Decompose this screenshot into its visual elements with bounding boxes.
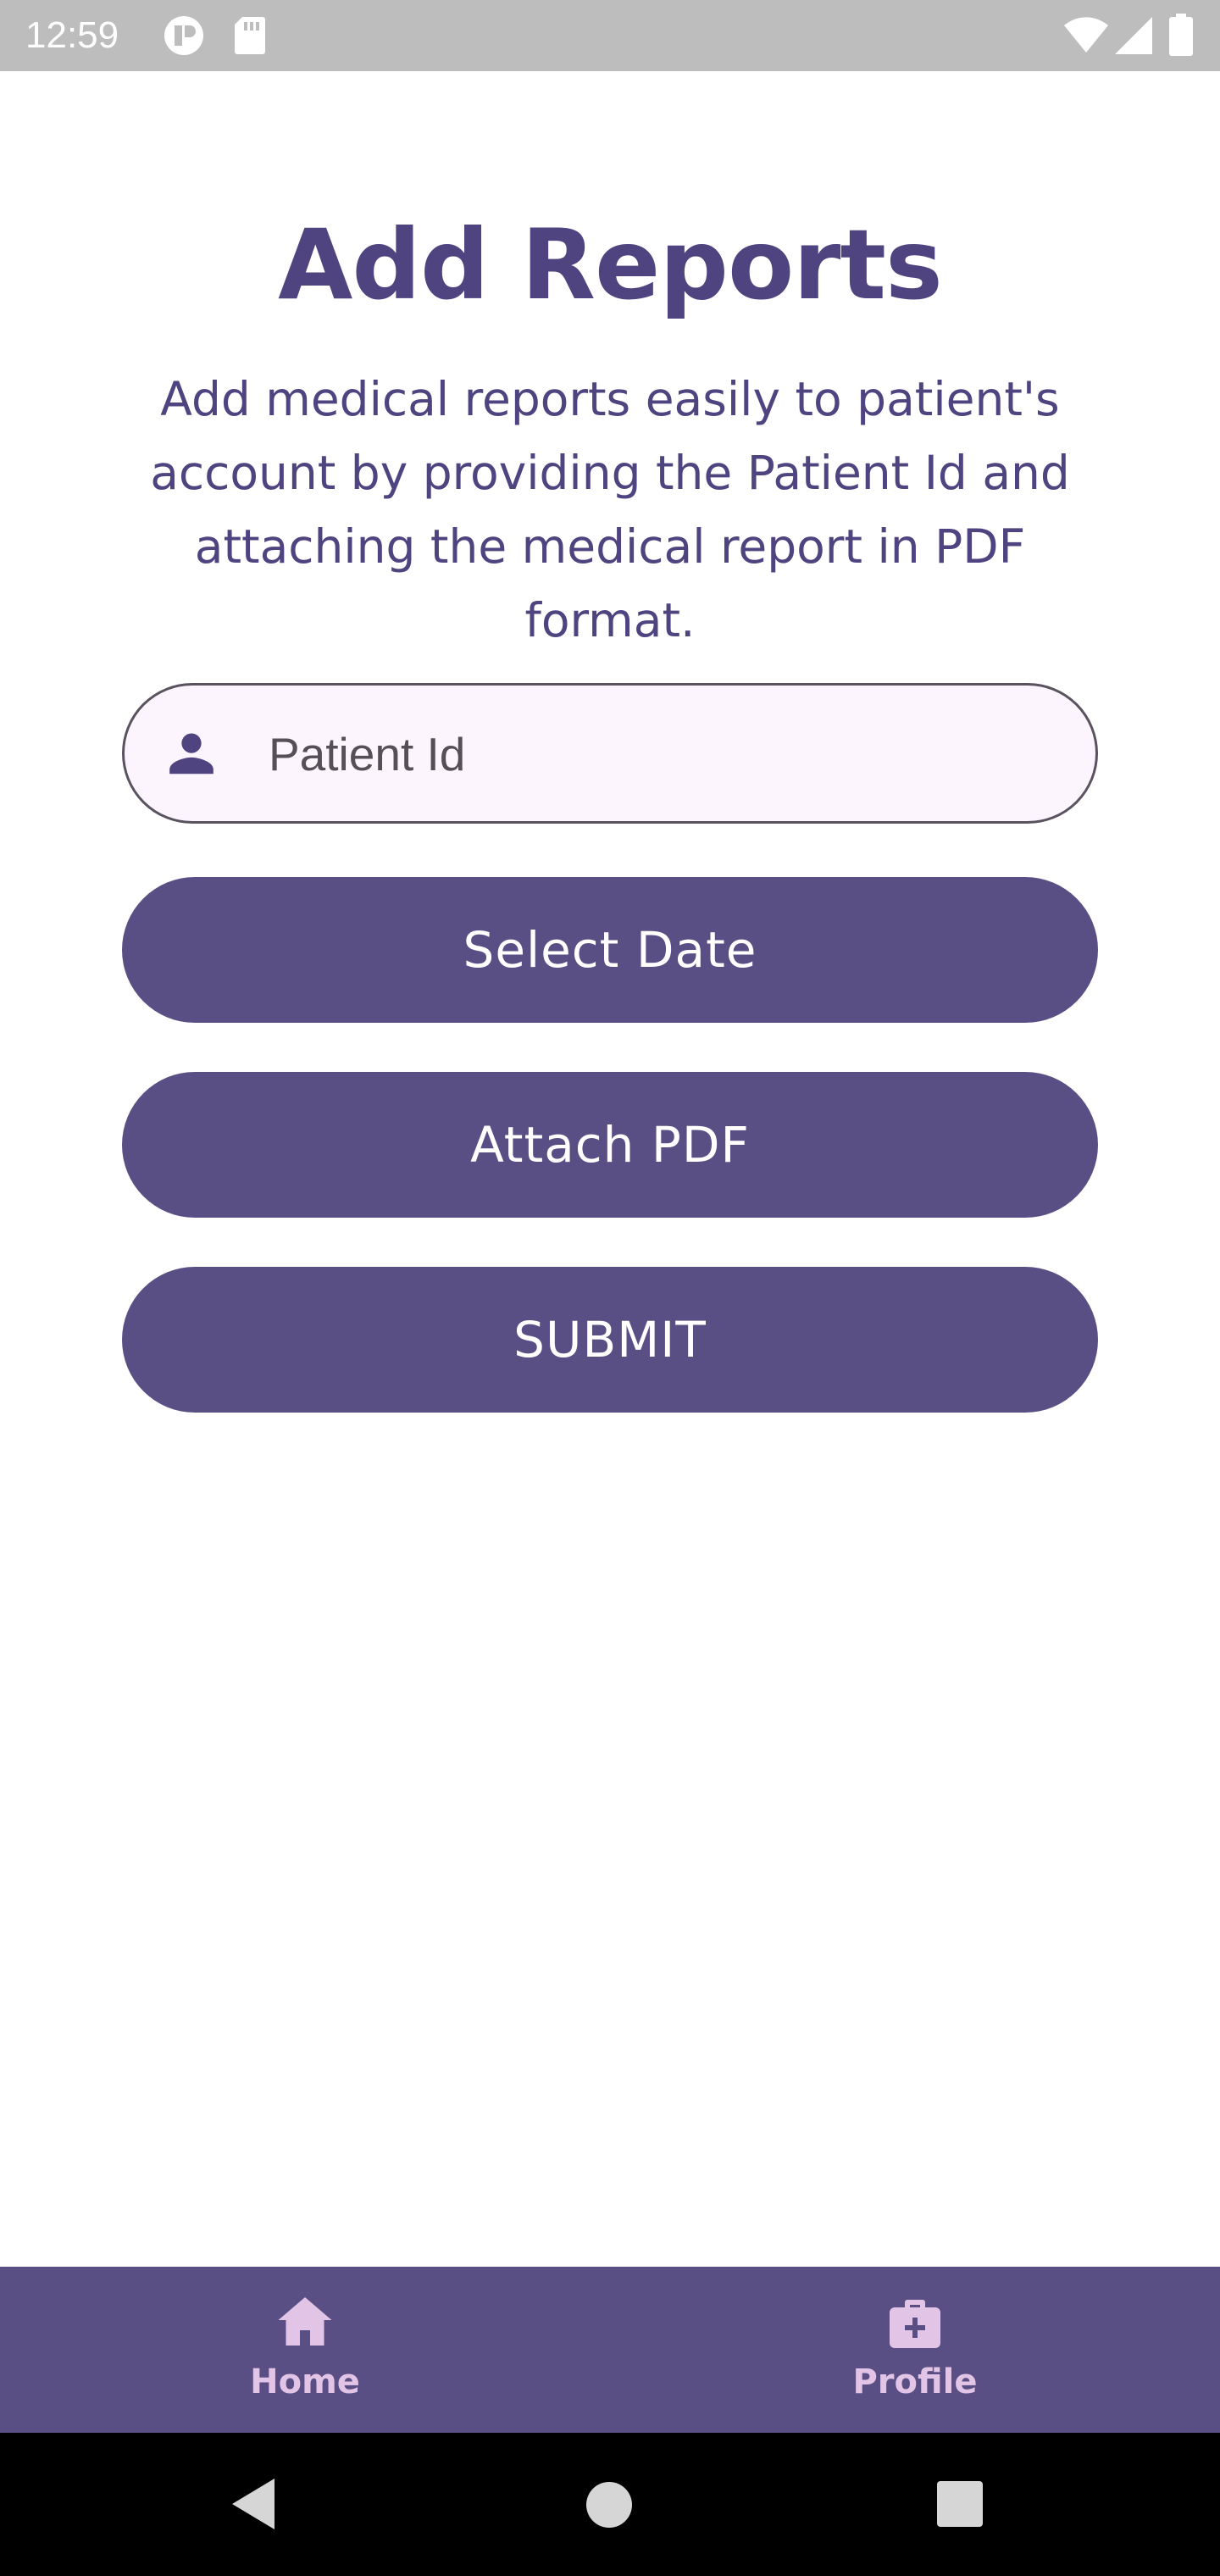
- signal-icon: [1115, 17, 1152, 58]
- select-date-button[interactable]: Select Date: [122, 877, 1098, 1023]
- battery-icon: [1169, 14, 1193, 59]
- recents-icon[interactable]: [936, 2480, 984, 2531]
- status-bar: 12:59: [0, 0, 1220, 71]
- home-circle-icon[interactable]: [585, 2480, 634, 2533]
- page-description: Add medical reports easily to patient's …: [150, 372, 1070, 647]
- wifi-icon: [1064, 17, 1108, 58]
- system-navigation-bar: [0, 2433, 1220, 2576]
- nav-label-profile: Profile: [852, 2362, 978, 2401]
- submit-button[interactable]: SUBMIT: [122, 1267, 1098, 1413]
- attach-pdf-button[interactable]: Attach PDF: [122, 1072, 1098, 1218]
- person-icon: [165, 728, 218, 784]
- patient-id-input[interactable]: [267, 686, 1067, 823]
- page-title: Add Reports: [278, 208, 943, 321]
- home-icon: [274, 2292, 336, 2357]
- patient-id-field[interactable]: [122, 683, 1098, 824]
- nav-label-home: Home: [250, 2362, 360, 2401]
- nav-item-profile[interactable]: Profile: [762, 2267, 1068, 2433]
- back-icon[interactable]: [229, 2477, 280, 2534]
- nav-item-home[interactable]: Home: [152, 2267, 458, 2433]
- medical-bag-icon: [884, 2292, 946, 2357]
- bottom-navigation: Home Profile: [0, 2267, 1220, 2433]
- sd-card-icon: [234, 15, 266, 59]
- status-time: 12:59: [25, 14, 119, 56]
- app-notification-icon: [163, 15, 205, 59]
